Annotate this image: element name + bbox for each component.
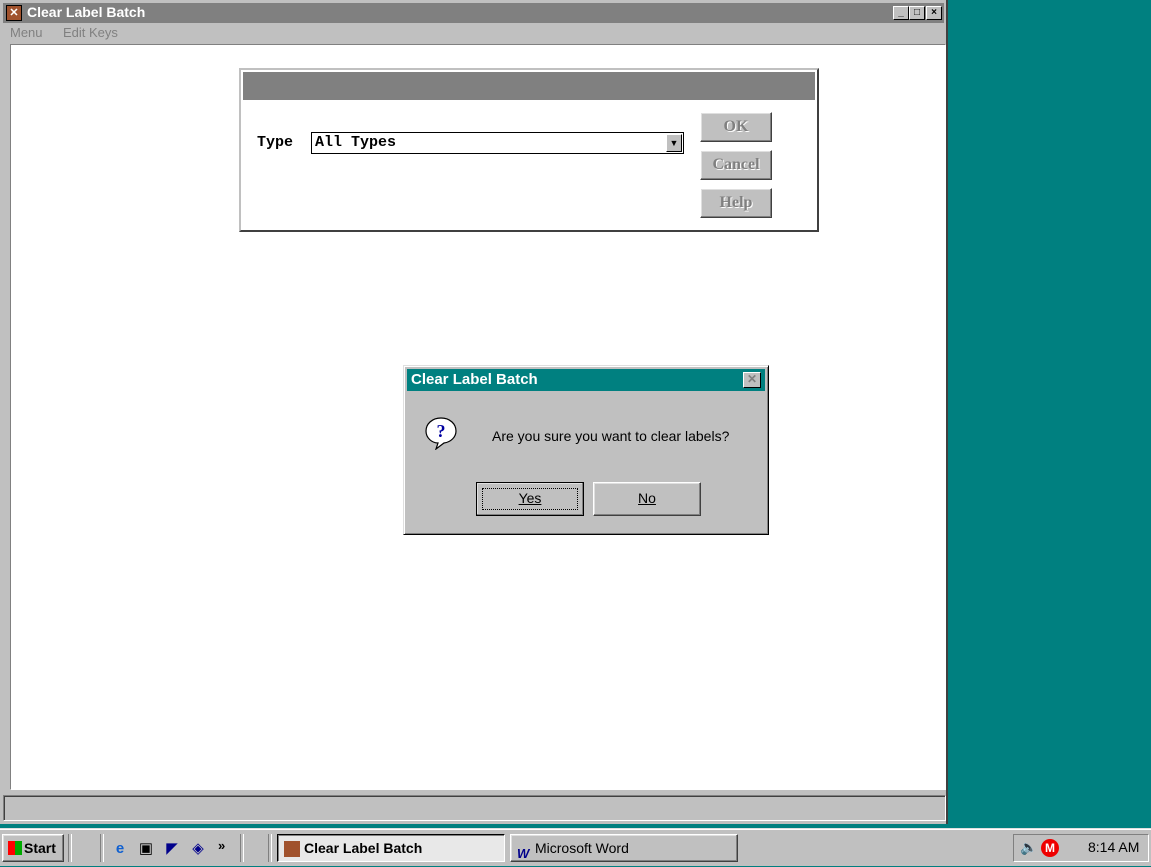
tag-tool-icon[interactable]: ◈ — [188, 839, 208, 859]
window-title: Clear Label Batch — [27, 4, 146, 20]
cancel-button[interactable]: Cancel — [700, 150, 772, 180]
maximize-button[interactable]: □ — [909, 6, 925, 20]
title-bar[interactable]: ✕ Clear Label Batch _ □ × — [3, 3, 944, 23]
taskbar: Start e ▣ ◤ ◈ » Clear Label Batch W Micr… — [0, 828, 1151, 866]
system-tray: 🔈 M 8:14 AM — [1013, 834, 1149, 862]
type-label: Type — [257, 134, 294, 151]
chevron-right-icon[interactable]: » — [218, 838, 225, 853]
clock[interactable]: 8:14 AM — [1088, 839, 1139, 855]
start-button[interactable]: Start — [2, 834, 64, 862]
minimize-button[interactable]: _ — [893, 6, 909, 20]
mcafee-icon[interactable]: M — [1041, 839, 1059, 857]
menu-item-edit-keys[interactable]: Edit Keys — [63, 25, 118, 40]
type-select-value: All Types — [315, 134, 397, 151]
yes-button[interactable]: Yes — [476, 482, 584, 516]
type-select[interactable]: All Types ▼ — [311, 132, 684, 154]
confirm-dialog-title-bar[interactable]: Clear Label Batch ✕ — [407, 369, 765, 391]
start-label: Start — [24, 840, 56, 856]
no-label: No — [638, 490, 656, 506]
taskbar-separator — [100, 834, 104, 862]
menu-bar: Menu Edit Keys — [3, 24, 944, 42]
taskbar-item-label: Microsoft Word — [535, 840, 629, 856]
no-button[interactable]: No — [593, 482, 701, 516]
chevron-down-icon[interactable]: ▼ — [666, 134, 682, 152]
question-icon: ? — [425, 417, 457, 450]
desktop-icon[interactable]: ▣ — [136, 839, 156, 859]
svg-text:?: ? — [437, 421, 446, 441]
app-icon — [284, 841, 300, 857]
internet-explorer-icon[interactable]: e — [110, 839, 130, 859]
status-bar — [3, 795, 946, 821]
confirm-dialog: Clear Label Batch ✕ ? Are you sure you w… — [403, 365, 769, 535]
ok-button[interactable]: OK — [700, 112, 772, 142]
taskbar-item-microsoft-word[interactable]: W Microsoft Word — [510, 834, 738, 862]
taskbar-item-label: Clear Label Batch — [304, 840, 423, 856]
taskbar-separator — [240, 834, 244, 862]
speaker-icon[interactable]: 🔈 — [1020, 839, 1037, 856]
close-button[interactable]: × — [926, 6, 942, 20]
type-dialog: Type All Types ▼ OK Cancel Help — [239, 68, 819, 232]
arrow-tool-icon[interactable]: ◤ — [162, 839, 182, 859]
taskbar-item-clear-label-batch[interactable]: Clear Label Batch — [277, 834, 505, 862]
close-icon[interactable]: ✕ — [743, 372, 761, 388]
menu-item-menu[interactable]: Menu — [10, 25, 43, 40]
app-icon[interactable]: ✕ — [6, 5, 22, 21]
windows-logo-icon — [8, 841, 22, 855]
taskbar-separator — [68, 834, 72, 862]
confirm-dialog-title: Clear Label Batch — [411, 371, 538, 388]
help-button[interactable]: Help — [700, 188, 772, 218]
taskbar-separator — [268, 834, 272, 862]
word-icon: W — [517, 846, 530, 861]
type-dialog-caption — [243, 72, 815, 100]
focus-rect — [482, 488, 578, 510]
confirm-message: Are you sure you want to clear labels? — [492, 428, 730, 444]
